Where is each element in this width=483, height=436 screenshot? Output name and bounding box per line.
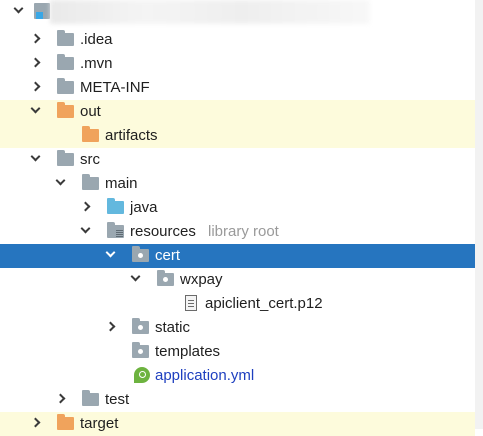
tree-item-label: application.yml (155, 367, 255, 384)
tree-row-application-yml[interactable]: application.yml (0, 364, 475, 388)
chevron-right-icon[interactable] (30, 33, 41, 44)
folder-icon (82, 174, 99, 190)
tree-row-resources[interactable]: resources library root (0, 220, 475, 244)
folder-icon (57, 150, 74, 166)
tree-item-label: .mvn (80, 55, 113, 72)
tree-row-src[interactable]: src (0, 148, 475, 172)
project-name-redacted (50, 0, 370, 24)
spring-config-icon (134, 367, 150, 383)
tree-row-mvn[interactable]: .mvn (0, 52, 475, 76)
tree-row-test[interactable]: test (0, 388, 475, 412)
tree-item-label: .idea (80, 31, 113, 48)
folder-icon (57, 30, 74, 46)
folder-icon (82, 390, 99, 406)
tree-item-label: META-INF (80, 79, 150, 96)
tree-row-idea[interactable]: .idea (0, 28, 475, 52)
tree-row-cert[interactable]: cert (0, 244, 475, 268)
tree-item-label: resources (130, 223, 196, 240)
library-root-hint: library root (208, 223, 279, 240)
chevron-right-icon[interactable] (30, 417, 41, 428)
tree-row-root[interactable] (0, 0, 475, 24)
project-tree[interactable]: .idea .mvn META-INF out artifacts src ma… (0, 0, 483, 436)
tree-item-label: java (130, 199, 158, 216)
tree-row-out[interactable]: out (0, 100, 475, 124)
excluded-folder-icon (57, 414, 74, 430)
tree-item-label: main (105, 175, 138, 192)
chevron-right-icon[interactable] (30, 57, 41, 68)
tree-item-label: test (105, 391, 130, 408)
source-folder-icon (107, 198, 124, 214)
folder-icon (57, 54, 74, 70)
module-icon (34, 3, 50, 19)
tree-row-static[interactable]: static (0, 316, 475, 340)
tree-item-label: artifacts (105, 127, 158, 144)
chevron-down-icon[interactable] (30, 103, 41, 114)
chevron-down-icon[interactable] (80, 223, 91, 234)
package-icon (132, 246, 149, 262)
tree-row-target[interactable]: target (0, 412, 475, 436)
tree-row-meta-inf[interactable]: META-INF (0, 76, 475, 100)
tree-row-wxpay[interactable]: wxpay (0, 268, 475, 292)
tree-item-label: wxpay (180, 271, 223, 288)
tree-row-templates[interactable]: templates (0, 340, 475, 364)
tree-row-artifacts[interactable]: artifacts (0, 124, 475, 148)
chevron-down-icon[interactable] (13, 3, 24, 14)
chevron-down-icon[interactable] (55, 175, 66, 186)
tree-item-label: out (80, 103, 101, 120)
tree-item-label: target (80, 415, 119, 432)
folder-icon (57, 78, 74, 94)
excluded-folder-icon (82, 126, 99, 142)
chevron-down-icon[interactable] (130, 271, 141, 282)
chevron-right-icon[interactable] (80, 201, 91, 212)
package-icon (132, 318, 149, 334)
package-icon (132, 342, 149, 358)
tree-item-label: apiclient_cert.p12 (205, 295, 323, 312)
chevron-down-icon[interactable] (30, 151, 41, 162)
chevron-right-icon[interactable] (105, 321, 116, 332)
file-icon (185, 295, 197, 311)
tree-item-label: cert (155, 247, 181, 264)
resources-folder-icon (107, 222, 124, 238)
tree-row-apiclient-cert[interactable]: apiclient_cert.p12 (0, 292, 475, 316)
chevron-right-icon[interactable] (55, 393, 66, 404)
package-icon (157, 270, 174, 286)
tree-row-java[interactable]: java (0, 196, 475, 220)
chevron-down-icon[interactable] (105, 247, 116, 258)
tree-item-label: static (155, 319, 191, 336)
tree-row-main[interactable]: main (0, 172, 475, 196)
chevron-right-icon[interactable] (30, 81, 41, 92)
tree-item-label: templates (155, 343, 221, 360)
vertical-scrollbar[interactable] (475, 0, 483, 429)
excluded-folder-icon (57, 102, 74, 118)
tree-item-label: src (80, 151, 100, 168)
